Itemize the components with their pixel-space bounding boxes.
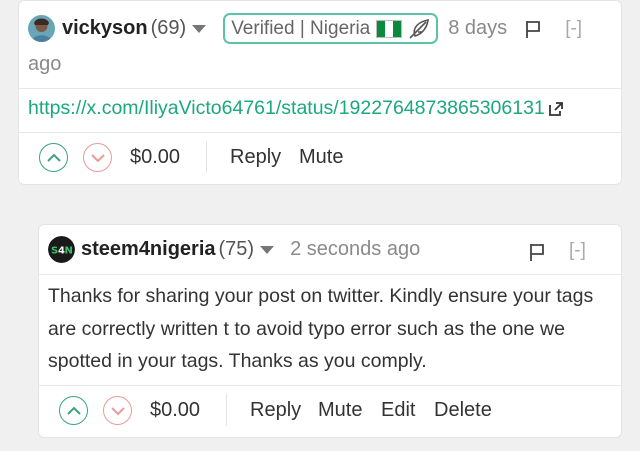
- comment-body-text: Thanks for sharing your post on twitter.…: [48, 285, 594, 372]
- mute-button[interactable]: Mute: [299, 146, 343, 169]
- flag-icon[interactable]: [527, 242, 547, 262]
- comment-card: vickyson (69) Verified | Nigeria 8 days …: [18, 0, 622, 185]
- divider: [19, 132, 621, 133]
- author-reputation: (75): [218, 238, 255, 260]
- reply-button[interactable]: Reply: [230, 146, 281, 169]
- separator: [206, 141, 207, 173]
- comment-card: S 4 N steem4nigeria (75) 2 seconds ago […: [38, 224, 622, 438]
- downvote-button[interactable]: [103, 396, 132, 425]
- external-link-icon[interactable]: [548, 101, 563, 116]
- feather-icon: [409, 18, 430, 39]
- user-avatar[interactable]: [28, 15, 55, 42]
- author-reputation: (69): [150, 17, 187, 39]
- chevron-down-icon: [90, 153, 105, 162]
- upvote-button[interactable]: [39, 143, 68, 172]
- collapse-button[interactable]: [-]: [565, 18, 582, 40]
- flag-icon[interactable]: [523, 19, 543, 39]
- divider: [19, 88, 621, 89]
- comment-link[interactable]: https://x.com/IliyaVicto64761/status/192…: [28, 97, 545, 120]
- divider: [39, 385, 621, 386]
- svg-text:N: N: [65, 246, 73, 257]
- timestamp[interactable]: 8 days: [448, 17, 507, 40]
- badge-label: Verified | Nigeria: [231, 17, 371, 39]
- mute-button[interactable]: Mute: [318, 399, 362, 422]
- author-name[interactable]: steem4nigeria: [81, 238, 216, 261]
- delete-button[interactable]: Delete: [434, 399, 492, 422]
- downvote-button[interactable]: [83, 143, 112, 172]
- verified-badge: Verified | Nigeria: [223, 13, 439, 44]
- nigeria-flag-icon: [376, 19, 403, 38]
- chevron-up-icon: [66, 406, 81, 415]
- chevron-down-icon: [110, 406, 125, 415]
- author-name[interactable]: vickyson: [62, 17, 148, 40]
- timestamp-continued: ago: [28, 53, 62, 75]
- divider: [39, 274, 621, 275]
- chevron-down-icon[interactable]: [260, 245, 275, 254]
- comment-header: S 4 N steem4nigeria (75) 2 seconds ago: [48, 236, 420, 263]
- reply-button[interactable]: Reply: [250, 399, 301, 422]
- edit-button[interactable]: Edit: [381, 399, 415, 422]
- collapse-button[interactable]: [-]: [569, 240, 586, 262]
- timestamp[interactable]: 2 seconds ago: [290, 238, 420, 261]
- comment-header: vickyson (69) Verified | Nigeria 8 days …: [28, 13, 582, 44]
- payout-amount[interactable]: $0.00: [130, 146, 180, 169]
- payout-amount[interactable]: $0.00: [150, 399, 200, 422]
- steem4nigeria-logo[interactable]: S 4 N: [48, 236, 75, 263]
- separator: [226, 394, 227, 426]
- chevron-up-icon: [46, 153, 61, 162]
- upvote-button[interactable]: [59, 396, 88, 425]
- chevron-down-icon[interactable]: [192, 24, 207, 33]
- comment-body: https://x.com/IliyaVicto64761/status/192…: [28, 97, 563, 120]
